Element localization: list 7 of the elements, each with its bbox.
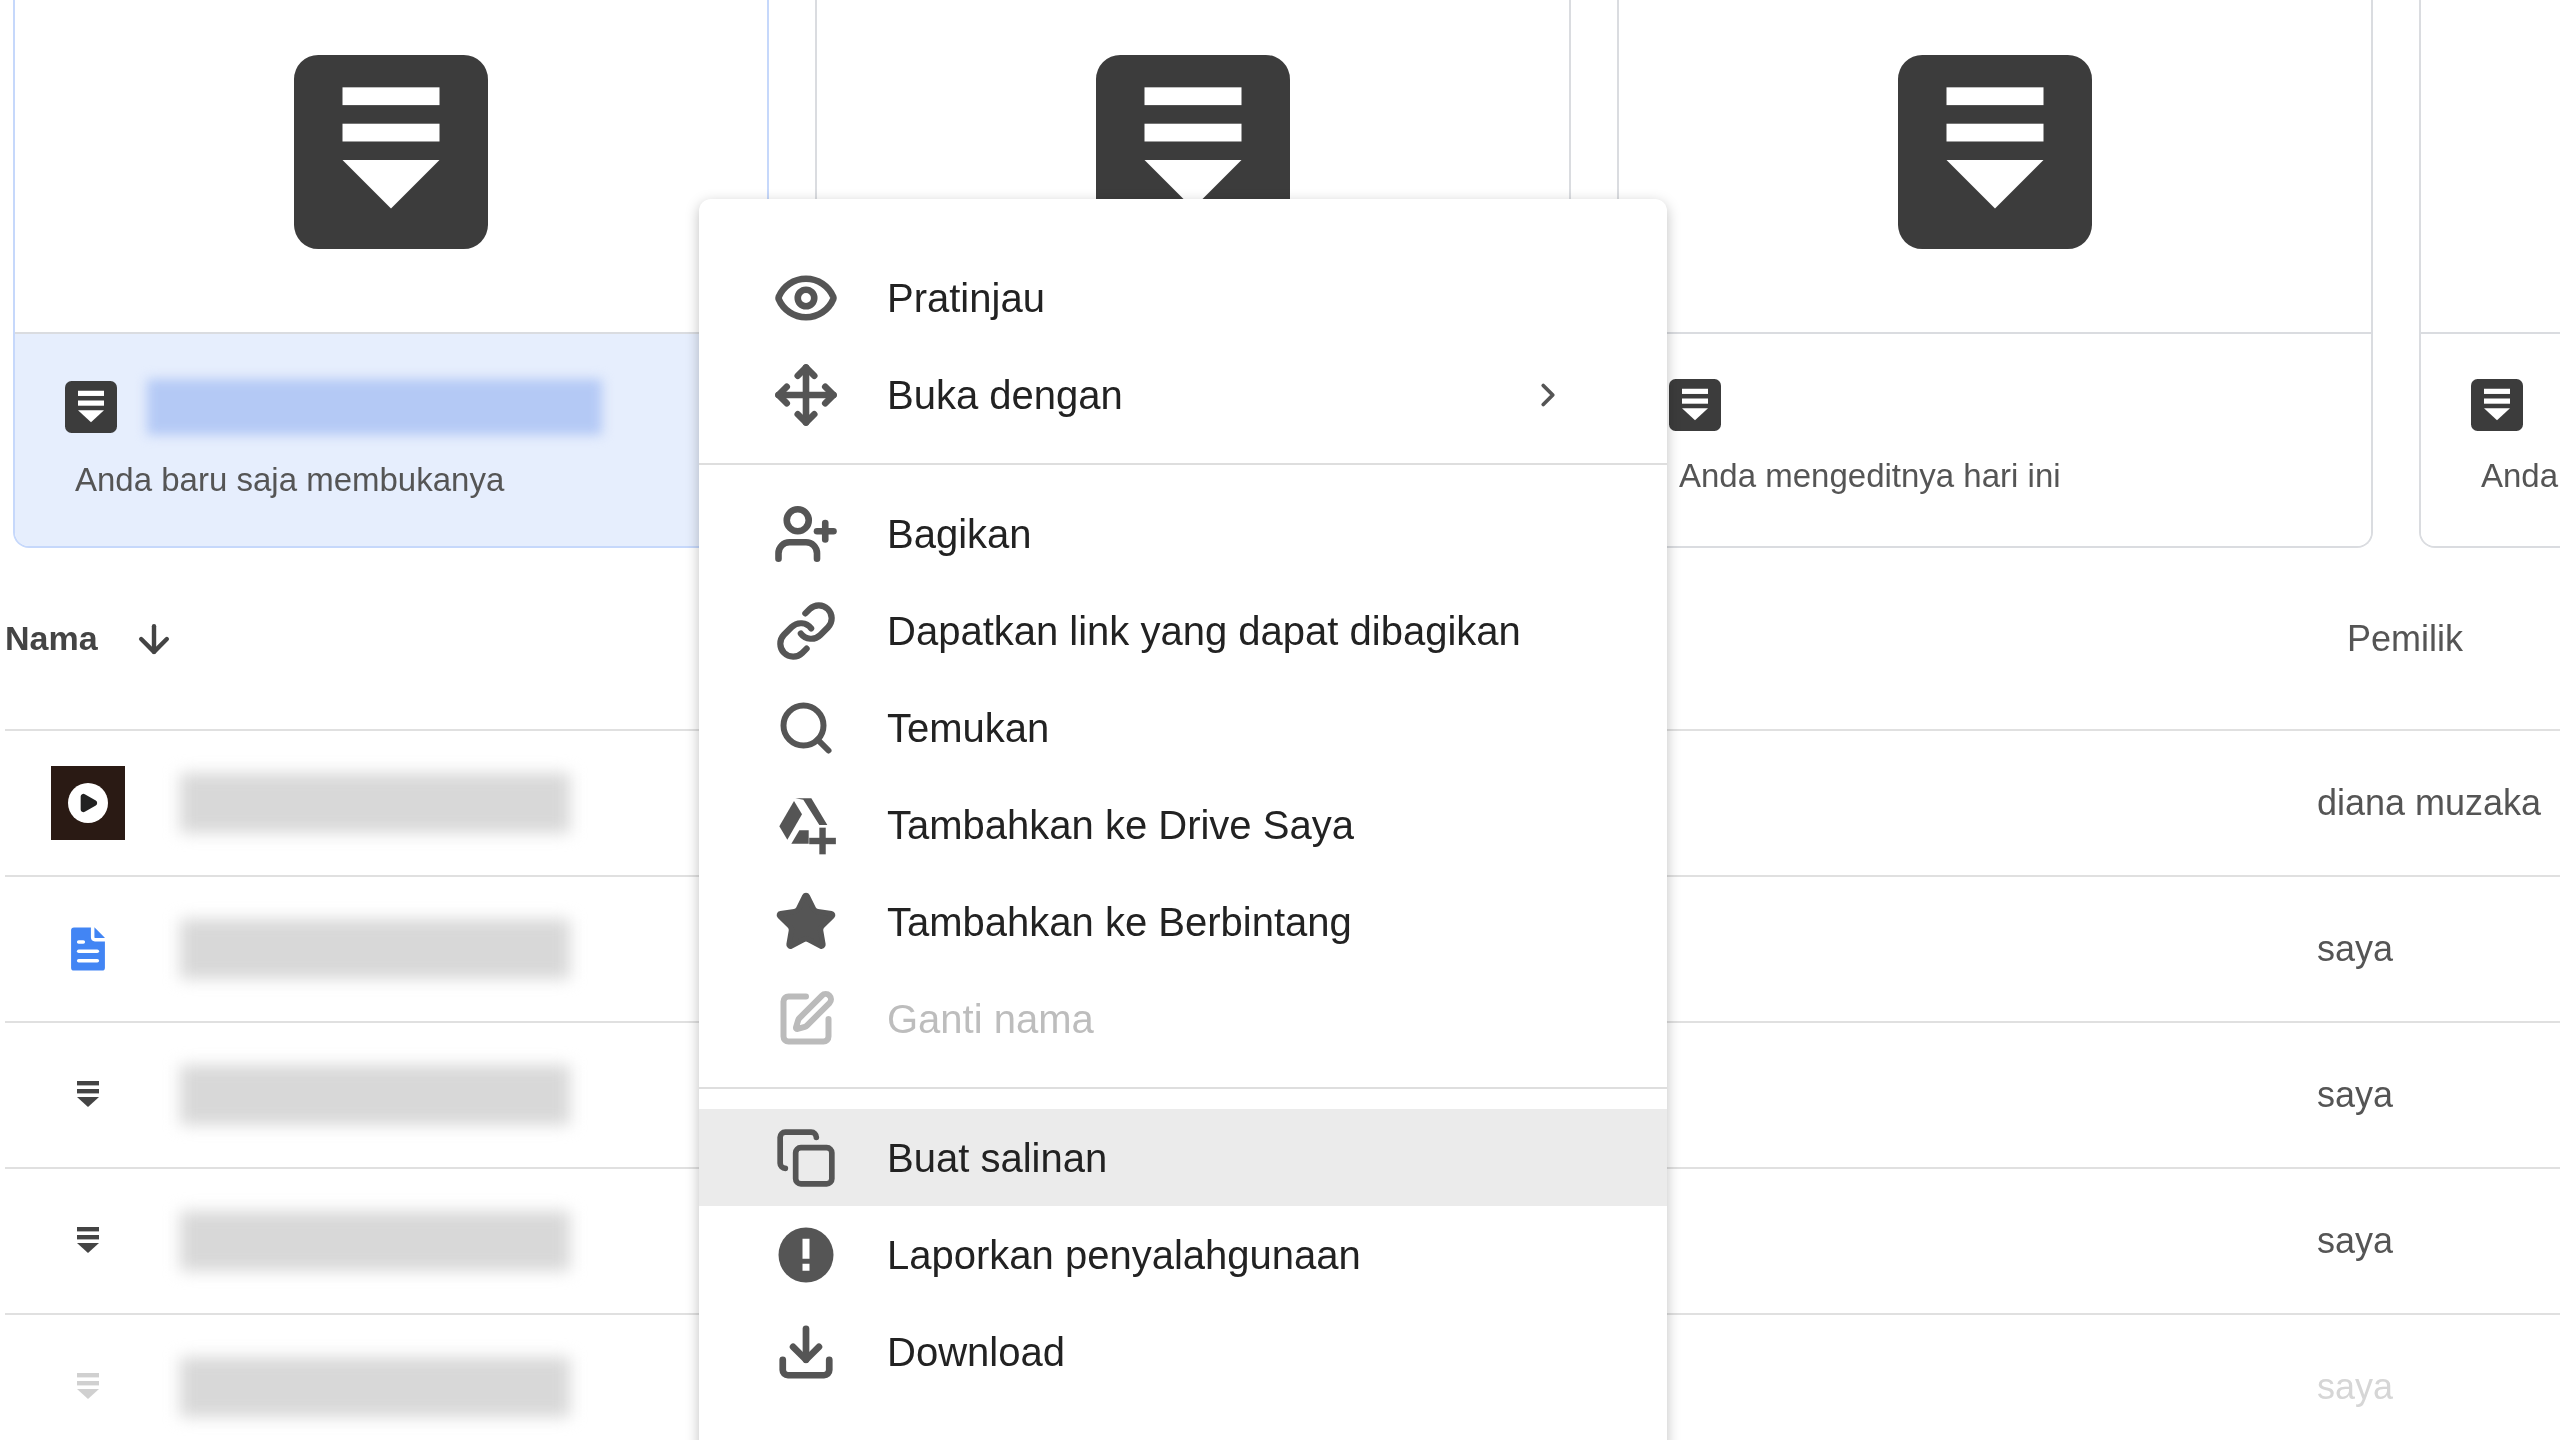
- owner-name: saya: [2317, 927, 2395, 971]
- card-subtitle: Anda mengeditnya hari ini: [1679, 456, 2061, 496]
- owner-name: diana muzaka: [2317, 781, 2543, 825]
- owner-name: saya: [2317, 1219, 2395, 1263]
- owner-name: saya: [2317, 1073, 2395, 1117]
- card-subtitle: Anda baru saja membukanya: [75, 460, 505, 500]
- card-subtitle: Anda: [2481, 456, 2559, 496]
